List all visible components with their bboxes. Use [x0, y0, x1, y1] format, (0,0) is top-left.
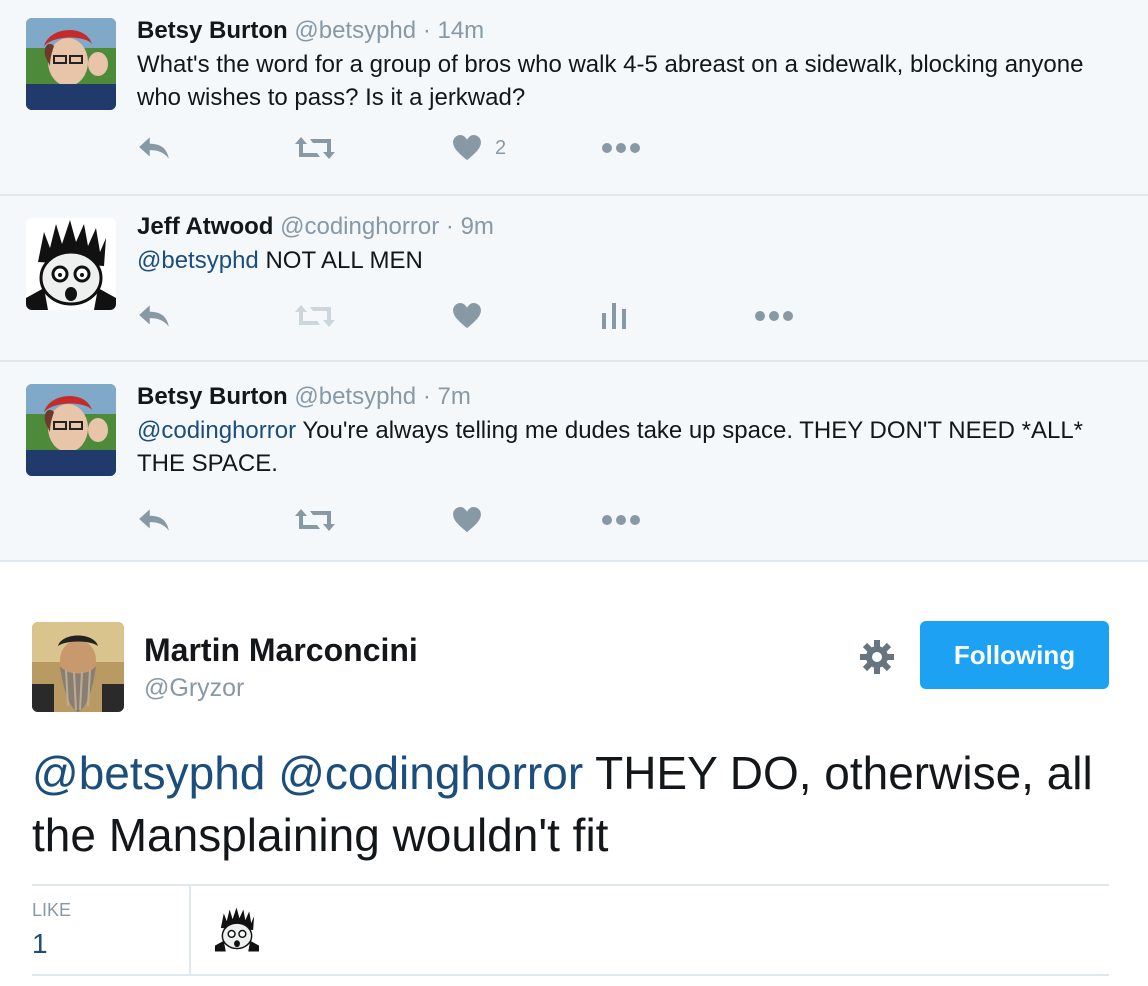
author-handle[interactable]: @betsyphd [294, 383, 416, 410]
avatar[interactable] [26, 384, 116, 476]
tweet-actions [137, 500, 837, 540]
mention-link[interactable]: @betsyphd [32, 747, 265, 799]
more-icon [601, 142, 641, 154]
liker-avatar[interactable] [215, 906, 259, 952]
tweet-actions: 2 [137, 128, 837, 168]
mention-link[interactable]: @codinghorror [137, 417, 296, 444]
like-button[interactable] [453, 296, 481, 336]
tweet-text-body: What's the word for a group of bros who … [137, 51, 1084, 111]
timestamp[interactable]: 14m [437, 17, 484, 44]
tweet[interactable]: Betsy Burton @betsyphd · 7m @codinghorro… [0, 362, 1148, 562]
author-handle[interactable]: @Gryzor [144, 674, 244, 703]
avatar[interactable] [32, 622, 124, 712]
tweet[interactable]: Jeff Atwood @codinghorror · 9m @betsyphd… [0, 196, 1148, 362]
retweet-icon [295, 135, 335, 161]
heart-icon [453, 135, 481, 161]
like-count: 2 [495, 136, 507, 159]
analytics-button[interactable] [602, 296, 626, 336]
author-name[interactable]: Martin Marconcini [144, 632, 418, 669]
tweet-text: @betsyphd @codinghorror THEY DO, otherwi… [32, 742, 1108, 866]
reply-button[interactable] [137, 500, 171, 540]
focused-tweet: Martin Marconcini @Gryzor Following @bet… [0, 562, 1148, 986]
author-handle[interactable]: @codinghorror [280, 213, 439, 240]
heart-icon [453, 303, 481, 329]
author-name[interactable]: Jeff Atwood [137, 213, 273, 240]
more-icon [754, 310, 794, 322]
tweet-text-body: NOT ALL MEN [258, 247, 423, 274]
retweet-icon [295, 303, 335, 329]
timestamp[interactable]: 9m [461, 213, 494, 240]
conversation-thread: Betsy Burton @betsyphd · 14m What's the … [0, 0, 1148, 562]
author-handle[interactable]: @betsyphd [294, 17, 416, 44]
like-button[interactable] [453, 500, 481, 540]
tweet-stats: LIKE 1 [32, 884, 1109, 976]
like-count[interactable]: 1 [32, 928, 48, 960]
author-name[interactable]: Betsy Burton [137, 17, 288, 44]
more-button[interactable] [754, 296, 794, 336]
reply-icon [137, 303, 171, 329]
timestamp[interactable]: 7m [437, 383, 470, 410]
user-actions-button[interactable] [858, 638, 896, 681]
separator: · [422, 383, 431, 410]
stats-divider [189, 886, 191, 974]
avatar[interactable] [26, 218, 116, 310]
avatar[interactable] [26, 18, 116, 110]
heart-icon [453, 507, 481, 533]
tweet-text: What's the word for a group of bros who … [137, 48, 1118, 114]
retweet-button[interactable] [295, 296, 335, 336]
reply-button[interactable] [137, 128, 171, 168]
reply-icon [137, 135, 171, 161]
like-button[interactable]: 2 [453, 128, 506, 168]
more-button[interactable] [601, 500, 641, 540]
following-button[interactable]: Following [920, 621, 1109, 689]
more-button[interactable] [601, 128, 641, 168]
reply-button[interactable] [137, 296, 171, 336]
retweet-icon [295, 507, 335, 533]
tweet[interactable]: Betsy Burton @betsyphd · 14m What's the … [0, 0, 1148, 196]
like-label: LIKE [32, 900, 72, 920]
more-icon [601, 514, 641, 526]
mention-link[interactable]: @codinghorror [278, 747, 583, 799]
retweet-button[interactable] [295, 500, 335, 540]
retweet-button[interactable] [295, 128, 335, 168]
mention-link[interactable]: @betsyphd [137, 247, 259, 274]
separator: · [422, 17, 431, 44]
tweet-text: @betsyphd NOT ALL MEN [137, 244, 1118, 277]
tweet-text: @codinghorror You're always telling me d… [137, 414, 1118, 480]
analytics-icon [602, 303, 626, 329]
tweet-actions [137, 296, 837, 336]
author-name[interactable]: Betsy Burton [137, 383, 288, 410]
gear-icon [860, 640, 894, 674]
separator: · [445, 213, 454, 240]
reply-icon [137, 507, 171, 533]
